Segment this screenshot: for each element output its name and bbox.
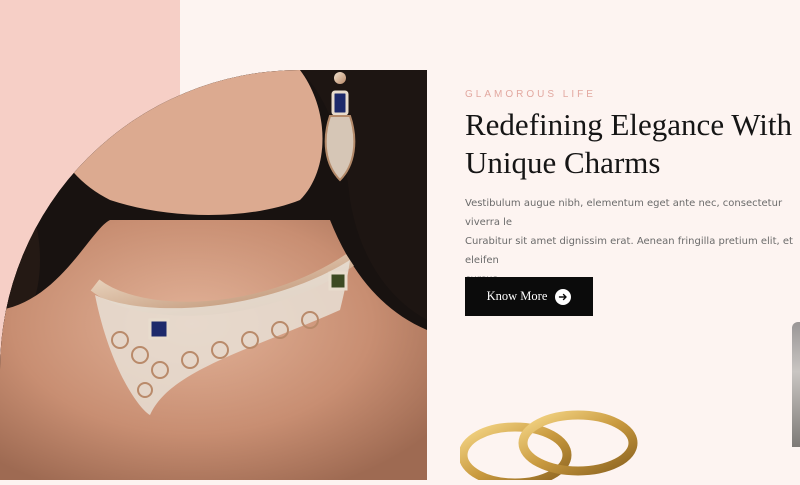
- eyebrow-text: GLAMOROUS LIFE: [465, 89, 596, 100]
- gold-rings-image: [458, 405, 640, 485]
- arrow-right-circle-icon: [555, 288, 572, 305]
- know-more-label: Know More: [486, 289, 548, 303]
- hero-description: Vestibulum augue nibh, elementum eget an…: [465, 198, 793, 285]
- partial-figure-image: [792, 322, 800, 447]
- know-more-button[interactable]: Know More: [465, 277, 593, 316]
- hero-headline: Redefining Elegance With Unique Charms: [465, 107, 793, 180]
